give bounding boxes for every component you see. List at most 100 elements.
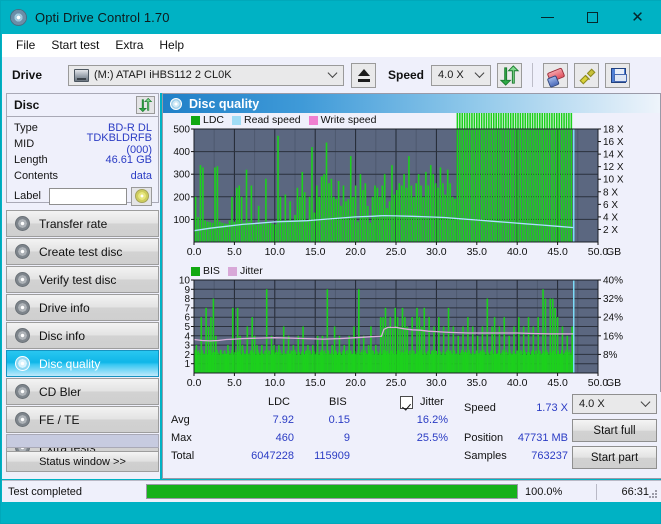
disc-icon — [15, 328, 30, 343]
y-axis-tick-label: 10 — [179, 276, 191, 287]
stats-samples-value: 763237 — [531, 450, 568, 462]
eject-icon — [357, 68, 370, 76]
disc-label-input[interactable] — [49, 187, 127, 205]
ldc-chart-canvas: 100 200 300 400 500 2 X 4 X6 X 8 X10 X 12 X14 X 1… — [173, 113, 624, 258]
stats-position-value: 47731 MB — [517, 432, 568, 444]
speed-select-value: 4.0 X — [438, 69, 464, 81]
jitter-checkbox[interactable] — [400, 396, 413, 409]
floppy-icon — [611, 67, 628, 83]
progress-bar-fill — [147, 485, 517, 498]
refresh-button[interactable] — [497, 62, 523, 88]
y2-axis-tick-label: 12 X — [603, 162, 624, 173]
maximize-button[interactable] — [570, 1, 615, 33]
plug-button[interactable] — [574, 62, 600, 88]
x-axis-tick-label: 5.0 — [227, 377, 242, 389]
window-controls: ✕ — [525, 1, 660, 33]
x-axis-tick-label: 40.0 — [507, 377, 528, 389]
toolbar-separator — [532, 63, 534, 87]
sidebar-item-label: Drive info — [39, 300, 90, 315]
disc-value: data — [130, 170, 152, 182]
start-full-button[interactable]: Start full — [572, 419, 657, 442]
stats-col-ldc: LDC — [268, 396, 291, 408]
refresh-icon — [138, 97, 153, 113]
eraser-icon — [546, 66, 566, 83]
eject-button[interactable] — [351, 62, 376, 88]
sidebar-item-drive-info[interactable]: Drive info — [6, 294, 159, 321]
disc-refresh-button[interactable] — [136, 96, 155, 114]
sidebar-item-label: CD Bler — [39, 384, 82, 399]
status-window-button[interactable]: Status window >> — [6, 451, 159, 472]
y-axis-tick-label: 300 — [173, 170, 190, 181]
menu-item-extra[interactable]: Extra — [108, 36, 152, 55]
title-bar: Opti Drive Control 1.70 ✕ — [1, 1, 661, 34]
y2-axis-tick-label: 8% — [603, 350, 618, 361]
menu-item-file[interactable]: File — [9, 36, 44, 55]
stats-total-bis: 115909 — [314, 450, 350, 462]
stats-row-max-label: Max — [171, 432, 192, 444]
sidebar-item-transfer-rate[interactable]: Transfer rate — [6, 210, 159, 237]
panel-header: Disc quality — [163, 94, 660, 113]
stats-max-ldc: 460 — [275, 432, 294, 444]
sidebar-item-cd-bler[interactable]: CD Bler — [6, 378, 159, 405]
menu-item-start-test[interactable]: Start test — [44, 36, 108, 55]
disc-row-mid: MID TDKBLDRFB (000) — [7, 132, 158, 156]
test-speed-select[interactable]: 4.0 X — [572, 394, 657, 414]
y2-axis-tick-label: 8 X — [603, 187, 618, 198]
bis-chart-canvas: 123456789108%16%24%32%40%0.0 5.0 10.0 15.0 2… — [179, 276, 623, 390]
close-icon: ✕ — [631, 9, 644, 26]
x-axis-tick-label: 15.0 — [305, 377, 326, 389]
start-part-button[interactable]: Start part — [572, 446, 657, 469]
sidebar-item-disc-info[interactable]: Disc info — [6, 322, 159, 349]
x-axis-tick-label: 0.0 — [187, 377, 202, 389]
y2-axis-tick-label: 6 X — [603, 200, 618, 211]
x-axis-tick-label: 10.0 — [265, 246, 286, 258]
sidebar-item-verify-test-disc[interactable]: Verify test disc — [6, 266, 159, 293]
bis-jitter-chart: BIS Jitter 1 2 3 4 5 6 7 8 9 10 8% 16% 24% 32% 40% 0.0 5.… — [163, 264, 660, 394]
x-axis-tick-label: 20.0 — [345, 246, 366, 258]
sidebar-item-label: Verify test disc — [39, 272, 117, 287]
y2-axis-tick-label: 40% — [603, 276, 623, 287]
stats-speed-label: Speed — [464, 402, 496, 414]
y-axis-tick-label: 200 — [173, 192, 190, 203]
chevron-down-icon — [640, 397, 651, 407]
drive-toolbar: Drive (M:) ATAPI iHBS112 2 CL0K Speed 4.… — [2, 57, 661, 93]
disc-key: Type — [14, 122, 38, 134]
stats-avg-bis: 0.15 — [328, 414, 350, 426]
sidebar-item-label: Disc quality — [39, 356, 101, 371]
disc-row-length: Length 46.61 GB — [7, 152, 158, 168]
stats-max-bis: 9 — [343, 432, 350, 444]
y2-axis-tick-label: 4 X — [603, 212, 618, 223]
disc-label-browse-button[interactable] — [131, 186, 152, 206]
test-speed-value: 4.0 X — [579, 398, 605, 410]
status-window-label: Status window >> — [39, 455, 126, 468]
disc-label-key: Label — [14, 190, 41, 202]
drive-select[interactable]: (M:) ATAPI iHBS112 2 CL0K — [68, 64, 344, 86]
x-axis-tick-label: 5.0 — [227, 246, 242, 258]
menu-bar: File Start test Extra Help — [2, 34, 661, 57]
start-full-label: Start full — [593, 424, 636, 437]
save-button[interactable] — [605, 62, 631, 88]
drive-icon — [74, 68, 89, 82]
x-axis-tick-label: 20.0 — [345, 377, 366, 389]
close-button[interactable]: ✕ — [615, 1, 660, 33]
x-axis-tick-label: 0.0 — [187, 246, 202, 258]
left-column: Disc Type BD-R DL MID TDKBLDRFB (000) Le… — [2, 93, 160, 479]
menu-item-help[interactable]: Help — [152, 36, 193, 55]
sidebar-item-disc-quality[interactable]: Disc quality — [6, 350, 159, 377]
y2-axis-tick-label: 16% — [603, 331, 623, 342]
erase-button[interactable] — [543, 62, 569, 88]
resize-grip[interactable] — [649, 490, 658, 499]
sidebar-item-create-test-disc[interactable]: Create test disc — [6, 238, 159, 265]
disc-key: Length — [14, 154, 48, 166]
stats-col-bis: BIS — [329, 396, 347, 408]
disc-key: Contents — [14, 170, 59, 182]
disc-icon — [15, 356, 30, 371]
speed-select[interactable]: 4.0 X — [431, 64, 492, 86]
y2-axis-tick-label: 14 X — [603, 150, 624, 161]
stats-position-label: Position — [464, 432, 504, 444]
disc-quality-panel: Disc quality LDC Read speed Write speed 10… — [162, 93, 661, 479]
minimize-button[interactable] — [525, 1, 570, 33]
disc-panel-title: Disc — [14, 98, 40, 112]
x-axis-tick-label: 15.0 — [305, 246, 326, 258]
sidebar-item-fe-te[interactable]: FE / TE — [6, 406, 159, 433]
